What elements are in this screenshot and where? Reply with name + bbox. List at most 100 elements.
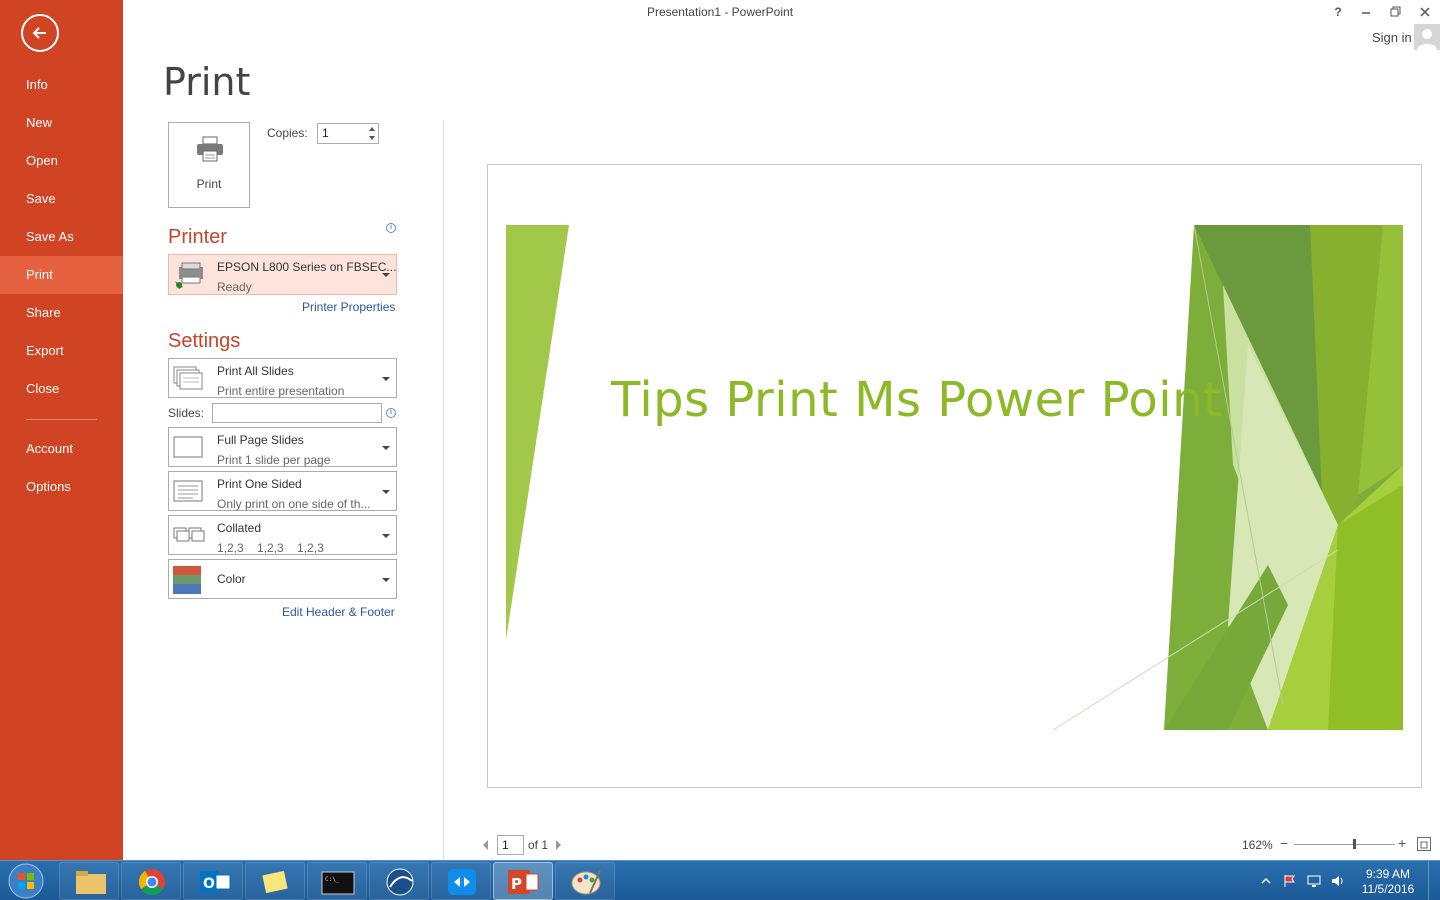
printer-icon <box>197 136 223 162</box>
sidebar-divider <box>26 419 97 420</box>
chevron-down-icon <box>382 490 390 494</box>
show-hidden-icons-icon[interactable] <box>1258 874 1274 888</box>
page-total: of 1 <box>528 838 549 852</box>
windows-logo-icon <box>8 863 44 899</box>
tray-clock[interactable]: 9:39 AM 11/5/2016 <box>1356 867 1420 897</box>
zoom-slider-track[interactable] <box>1294 844 1395 845</box>
color-swatch-icon <box>173 566 201 594</box>
show-desktop-button[interactable] <box>1428 861 1440 900</box>
volume-icon[interactable] <box>1330 874 1346 888</box>
edit-header-footer-link[interactable]: Edit Header & Footer <box>282 605 395 619</box>
next-page-icon[interactable] <box>554 838 564 852</box>
sticky-notes-taskbar-icon[interactable] <box>245 862 305 900</box>
sides-subtitle: Only print on one side of th... <box>217 497 371 511</box>
sidebar-item-print[interactable]: Print <box>0 256 123 294</box>
taskbar: O C:\_ P 9:39 AM 11/5/2016 <box>0 860 1440 900</box>
help-button[interactable]: ? <box>1325 2 1351 22</box>
one-sided-icon <box>173 480 203 502</box>
sidebar-item-info[interactable]: Info <box>0 66 123 104</box>
user-avatar-icon[interactable] <box>1414 24 1440 50</box>
sidebar-item-save[interactable]: Save <box>0 180 123 218</box>
network-icon[interactable] <box>1306 874 1322 888</box>
outlook-taskbar-icon[interactable]: O <box>183 862 243 900</box>
collated-icon <box>173 527 205 542</box>
sidebar-item-new[interactable]: New <box>0 104 123 142</box>
teamviewer-taskbar-icon[interactable] <box>431 862 491 900</box>
sidebar-item-open[interactable]: Open <box>0 142 123 180</box>
full-page-slide-icon <box>173 436 203 458</box>
chrome-taskbar-icon[interactable] <box>121 862 181 900</box>
svg-text:O: O <box>203 876 215 892</box>
zoom-slider-thumb[interactable] <box>1353 839 1356 849</box>
restore-button[interactable] <box>1383 2 1409 22</box>
color-dropdown[interactable]: Color <box>168 559 397 599</box>
zoom-level[interactable]: 162% <box>1242 838 1273 852</box>
back-arrow-icon <box>32 27 46 39</box>
close-icon <box>1420 7 1430 17</box>
file-explorer-taskbar-icon[interactable] <box>59 862 119 900</box>
close-window-button[interactable] <box>1412 2 1438 22</box>
minimize-icon <box>1362 12 1370 14</box>
sidebar-item-export[interactable]: Export <box>0 332 123 370</box>
svg-text:P: P <box>511 875 522 893</box>
pane-divider <box>443 120 444 860</box>
page-title: Print <box>163 60 251 104</box>
window-title: Presentation1 - PowerPoint <box>646 5 794 19</box>
layout-dropdown[interactable]: Full Page Slides Print 1 slide per page <box>168 427 397 467</box>
sidebar-item-share[interactable]: Share <box>0 294 123 332</box>
slides-input[interactable] <box>212 403 382 423</box>
copies-label: Copies: <box>267 126 308 140</box>
settings-heading: Settings <box>168 330 241 352</box>
collation-title: Collated <box>217 521 262 535</box>
print-range-dropdown[interactable]: Print All Slides Print entire presentati… <box>168 358 397 398</box>
slide-title-text: Tips Print Ms Power Point <box>611 372 1223 428</box>
sides-title: Print One Sided <box>217 477 302 491</box>
zoom-out-icon[interactable]: − <box>1280 835 1288 851</box>
printer-device-icon <box>175 262 203 289</box>
printer-name: EPSON L800 Series on FBSEC... <box>217 260 397 274</box>
slides-label: Slides: <box>168 406 205 420</box>
page-number-input[interactable]: 1 <box>497 835 524 855</box>
chevron-down-icon <box>382 273 390 277</box>
previous-page-icon[interactable] <box>480 838 490 852</box>
back-button[interactable] <box>21 14 59 52</box>
all-slides-icon <box>173 366 203 390</box>
powerpoint-taskbar-icon[interactable]: P <box>493 862 553 900</box>
minimize-button[interactable] <box>1353 2 1379 22</box>
sign-in-link[interactable]: Sign in <box>1372 30 1412 45</box>
command-prompt-taskbar-icon[interactable]: C:\_ <box>307 862 367 900</box>
tray-date: 11/5/2016 <box>1361 882 1415 896</box>
svg-text:C:\_: C:\_ <box>325 876 340 883</box>
zoom-to-page-icon[interactable] <box>1417 837 1431 851</box>
slides-info-icon[interactable]: i <box>386 408 396 418</box>
restore-icon <box>1390 6 1401 17</box>
print-range-title: Print All Slides <box>217 364 294 378</box>
sidebar-item-account[interactable]: Account <box>0 430 123 468</box>
paint-taskbar-icon[interactable] <box>555 862 615 900</box>
chevron-down-icon <box>382 578 390 582</box>
sidebar-item-save-as[interactable]: Save As <box>0 218 123 256</box>
copies-spinner-icon[interactable] <box>366 124 378 143</box>
layout-subtitle: Print 1 slide per page <box>217 453 331 467</box>
printer-dropdown[interactable]: EPSON L800 Series on FBSEC... Ready <box>168 254 397 295</box>
layout-title: Full Page Slides <box>217 433 304 447</box>
sides-dropdown[interactable]: Print One Sided Only print on one side o… <box>168 471 397 511</box>
print-button-label: Print <box>196 177 222 191</box>
start-button[interactable] <box>6 862 46 900</box>
print-button[interactable]: Print <box>168 122 250 208</box>
printer-status: Ready <box>217 280 252 294</box>
backstage-sidebar: Info New Open Save Save As Print Share E… <box>0 0 123 860</box>
chevron-down-icon <box>382 377 390 381</box>
network-app-taskbar-icon[interactable] <box>369 862 429 900</box>
zoom-in-icon[interactable]: + <box>1398 835 1406 851</box>
color-title: Color <box>217 572 246 586</box>
collation-dropdown[interactable]: Collated 1,2,3 1,2,3 1,2,3 <box>168 515 397 555</box>
print-preview <box>487 164 1422 788</box>
chevron-down-icon <box>382 534 390 538</box>
sidebar-item-options[interactable]: Options <box>0 468 123 506</box>
action-center-flag-icon[interactable] <box>1282 874 1298 888</box>
sidebar-item-close[interactable]: Close <box>0 370 123 408</box>
printer-properties-link[interactable]: Printer Properties <box>302 300 395 314</box>
printer-info-icon[interactable]: i <box>386 223 396 233</box>
tray-time: 9:39 AM <box>1365 867 1411 881</box>
